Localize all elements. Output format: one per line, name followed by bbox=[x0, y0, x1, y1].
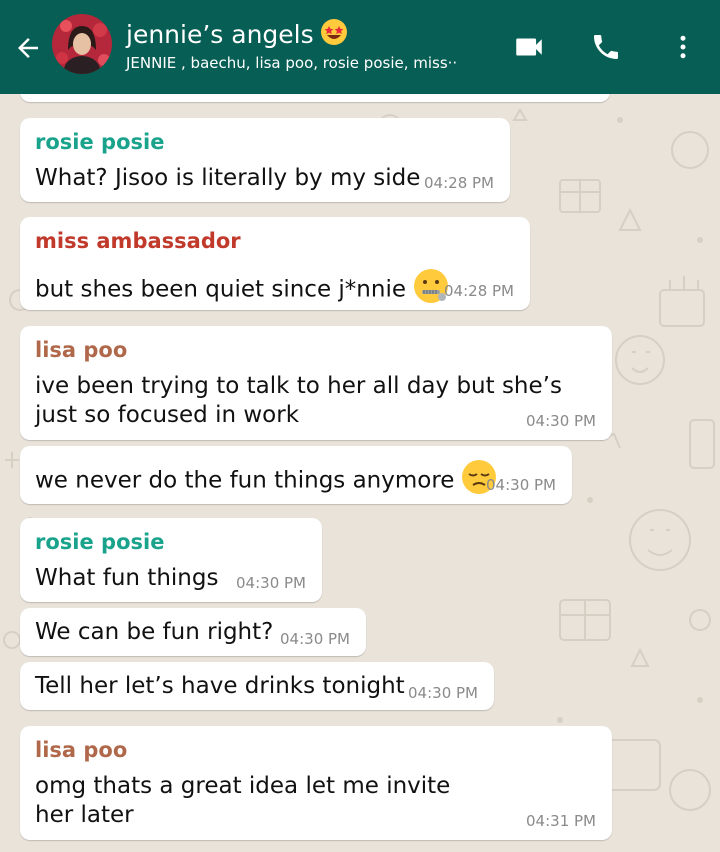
message-bubble[interactable]: lisa poo omg thats a great idea let me i… bbox=[20, 726, 612, 840]
arrow-left-icon bbox=[18, 38, 38, 58]
message-sender: rosie posie bbox=[35, 130, 165, 154]
message-bubble[interactable]: We can be fun right? 04:30 PM bbox=[20, 608, 366, 656]
message-text-row: but shes been quiet since j*nnie bbox=[35, 267, 450, 313]
more-vert-icon bbox=[680, 35, 686, 59]
video-call-button[interactable] bbox=[508, 26, 550, 68]
group-avatar[interactable] bbox=[52, 14, 112, 74]
message-text: ive been trying to talk to her all day b… bbox=[35, 373, 562, 428]
message-text: We can be fun right? bbox=[35, 619, 274, 645]
message-bubble[interactable]: we never do the fun things anymore 04:30… bbox=[20, 446, 572, 504]
message-bubble[interactable]: miss ambassador but shes been quiet sinc… bbox=[20, 217, 530, 310]
video-call-icon bbox=[516, 38, 542, 56]
message-text: we never do the fun things anymore bbox=[35, 467, 455, 494]
message-text: Tell her let’s have drinks tonight bbox=[35, 673, 405, 699]
avatar-image bbox=[52, 14, 112, 74]
message-sender: lisa poo bbox=[35, 338, 128, 362]
message-time: 04:28 PM bbox=[424, 174, 494, 192]
chat-members[interactable]: JENNIE , baechu, lisa poo, rosie posie, … bbox=[126, 54, 457, 72]
message-bubble[interactable]: rosie posie What fun things 04:30 PM bbox=[20, 518, 322, 602]
message-time: 04:30 PM bbox=[280, 630, 350, 648]
chat-title[interactable]: jennie’s angels bbox=[126, 18, 348, 54]
message-time: 04:30 PM bbox=[526, 412, 596, 430]
message-sender: miss ambassador bbox=[35, 229, 241, 253]
message-time: 04:30 PM bbox=[236, 574, 306, 592]
message-text: What? Jisoo is literally by my side bbox=[35, 165, 421, 191]
phone-icon bbox=[594, 35, 618, 59]
message-sender: rosie posie bbox=[35, 530, 165, 554]
back-button[interactable] bbox=[8, 28, 48, 68]
message-time: 04:30 PM bbox=[486, 476, 556, 494]
message-sender: lisa poo bbox=[35, 738, 128, 762]
chat-header: jennie’s angels JENNIE , baechu, lisa po… bbox=[0, 0, 720, 94]
message-text: omg thats a great idea let me invite her… bbox=[35, 773, 451, 828]
message-bubble[interactable]: rosie posie What? Jisoo is literally by … bbox=[20, 118, 510, 202]
star-struck-emoji-icon bbox=[320, 18, 348, 54]
message-time: 04:28 PM bbox=[444, 282, 514, 300]
more-options-button[interactable] bbox=[662, 26, 704, 68]
message-text: but shes been quiet since j*nnie bbox=[35, 276, 406, 303]
message-list[interactable]: rosie posie What? Jisoo is literally by … bbox=[0, 80, 720, 852]
message-bubble[interactable]: lisa poo ive been trying to talk to her … bbox=[20, 326, 612, 440]
message-text-row: we never do the fun things anymore bbox=[35, 458, 498, 504]
message-text: What fun things bbox=[35, 565, 219, 591]
message-time: 04:31 PM bbox=[526, 812, 596, 830]
message-time: 04:30 PM bbox=[408, 684, 478, 702]
voice-call-button[interactable] bbox=[585, 26, 627, 68]
message-bubble[interactable]: Tell her let’s have drinks tonight 04:30… bbox=[20, 662, 494, 710]
chat-title-text: jennie’s angels bbox=[126, 20, 314, 49]
